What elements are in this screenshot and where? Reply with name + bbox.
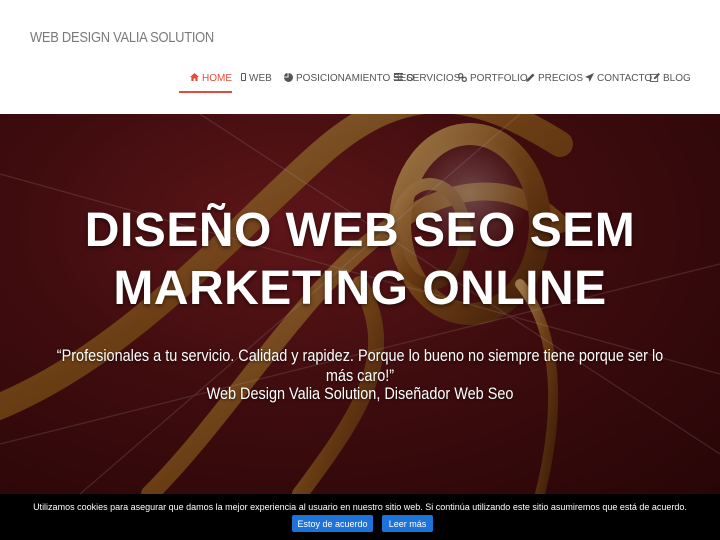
nav-item-precios[interactable]: PRECIOS	[526, 63, 583, 93]
cookie-message: Utilizamos cookies para asegurar que dam…	[33, 502, 687, 512]
cookie-read-more-button[interactable]: Leer más	[382, 515, 433, 532]
nav-item-home[interactable]: HOME	[190, 63, 232, 93]
pencil-icon	[526, 72, 535, 84]
nav-label-portfolio: PORTFOLIO	[470, 72, 528, 84]
nav-item-blog[interactable]: BLOG	[650, 63, 691, 93]
send-icon	[585, 72, 594, 84]
site-header: WEB DESIGN VALIA SOLUTION HOME WEB POSIC…	[0, 0, 720, 114]
mobile-icon	[241, 73, 246, 83]
site-brand[interactable]: WEB DESIGN VALIA SOLUTION	[30, 29, 214, 46]
nav-item-servicios[interactable]: SERVICIOS	[394, 63, 460, 93]
nav-label-home: HOME	[202, 72, 232, 84]
hero-banner: DISEÑO WEB SEO SEM MARKETING ONLINE “Pro…	[0, 114, 720, 494]
nav-active-indicator	[179, 91, 232, 93]
hero-quote: “Profesionales a tu servicio. Calidad y …	[56, 346, 664, 385]
home-icon	[190, 73, 199, 83]
cookie-banner: Utilizamos cookies para asegurar que dam…	[0, 494, 720, 540]
nav-label-contacto: CONTACTO	[597, 72, 653, 84]
hero-title-line1: DISEÑO WEB SEO SEM	[84, 204, 636, 257]
hero-author: Web Design Valia Solution, Diseñador Web…	[206, 384, 514, 403]
hero-title: DISEÑO WEB SEO SEM MARKETING ONLINE	[0, 202, 720, 318]
nav-label-blog: BLOG	[663, 72, 691, 84]
nav-item-web[interactable]: WEB	[241, 63, 272, 93]
nav-label-precios: PRECIOS	[538, 72, 584, 84]
list-icon	[394, 73, 403, 83]
edit-icon	[650, 72, 660, 84]
hero-title-line2: MARKETING ONLINE	[113, 262, 607, 315]
link-icon	[458, 72, 467, 84]
nav-label-web: WEB	[249, 72, 272, 84]
cookie-accept-button[interactable]: Estoy de acuerdo	[292, 515, 373, 532]
nav-label-servicios: SERVICIOS	[406, 72, 461, 84]
main-nav: HOME WEB POSICIONAMIENTO SEO SERVICIOS P…	[0, 63, 720, 93]
nav-item-contacto[interactable]: CONTACTO	[585, 63, 652, 93]
pie-chart-icon	[284, 72, 293, 84]
nav-item-portfolio[interactable]: PORTFOLIO	[458, 63, 528, 93]
